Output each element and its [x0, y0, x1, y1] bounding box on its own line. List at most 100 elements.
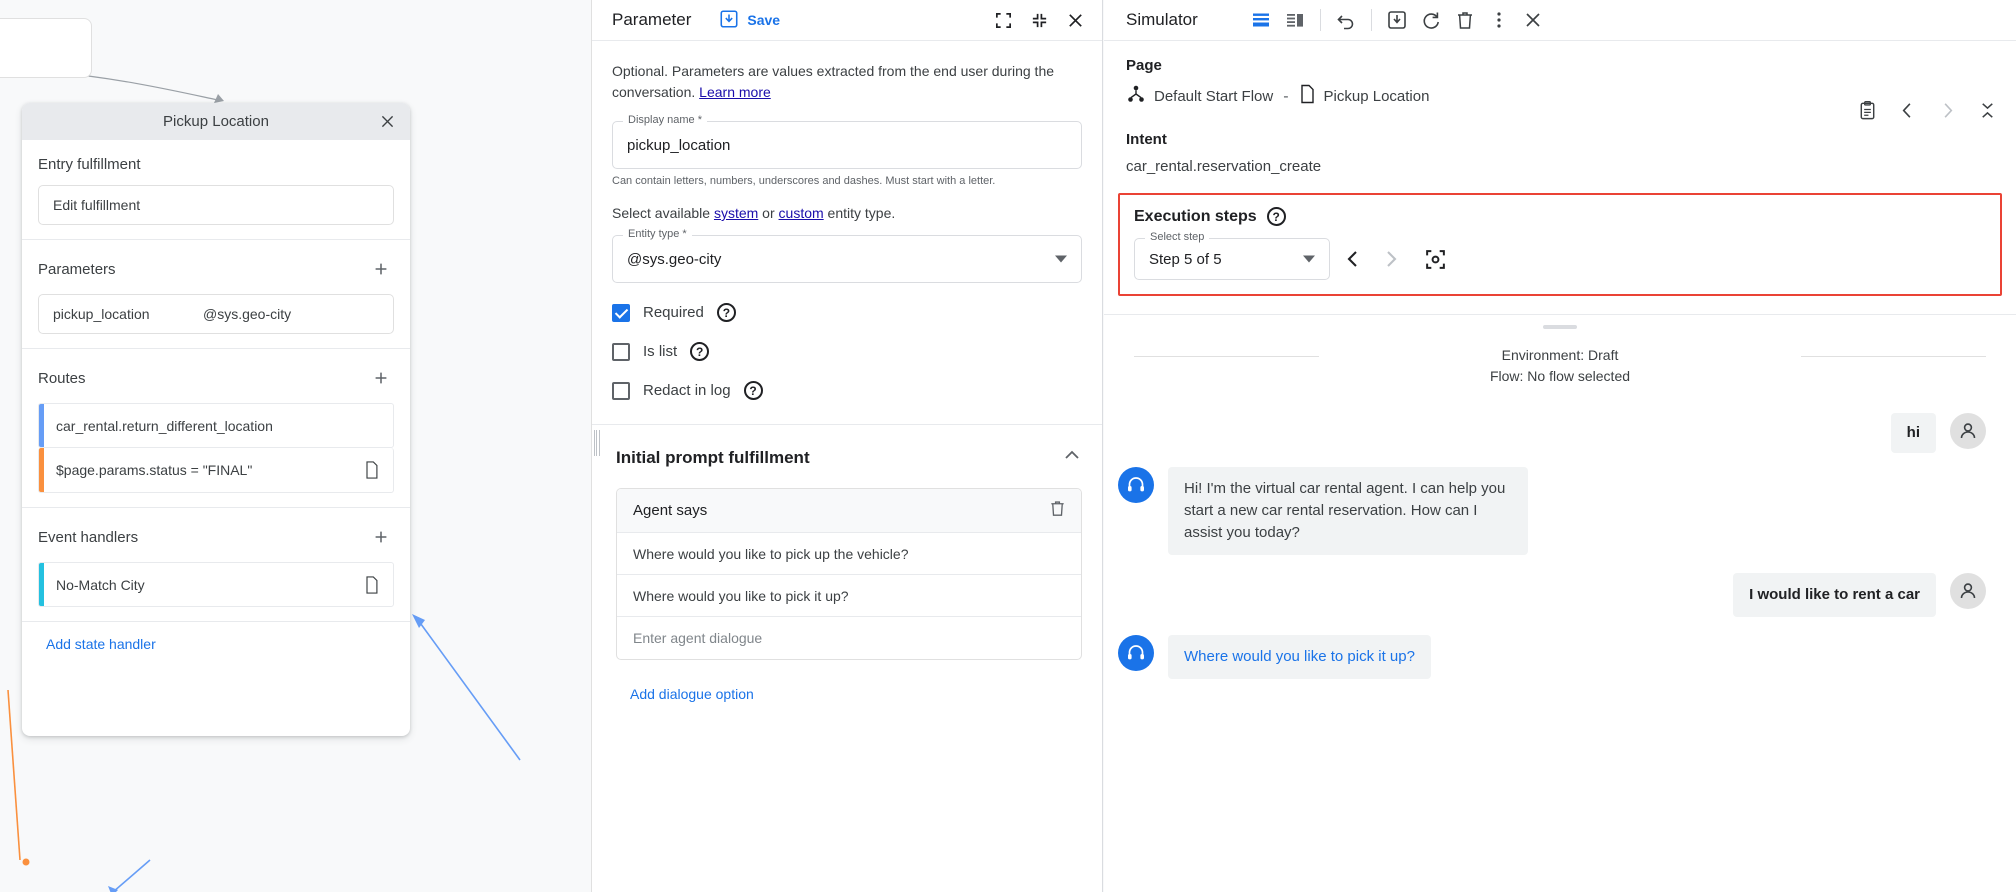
chat-bubble-agent[interactable]: Where would you like to pick it up? — [1168, 635, 1431, 679]
simulator-drag-handle[interactable] — [1543, 325, 1577, 329]
close-icon[interactable] — [1060, 5, 1090, 35]
trash-icon[interactable] — [1450, 5, 1480, 35]
add-state-handler-button[interactable]: Add state handler — [22, 622, 172, 678]
redact-in-log-checkbox[interactable] — [612, 382, 630, 400]
step-select[interactable]: Select step Step 5 of 5 — [1134, 238, 1330, 280]
parameter-panel: Parameter Save — [591, 0, 1103, 892]
step-select-legend: Select step — [1145, 231, 1209, 243]
chevron-up-icon[interactable] — [1062, 445, 1082, 470]
help-icon[interactable]: ? — [1267, 207, 1286, 226]
more-vert-icon[interactable] — [1484, 5, 1514, 35]
display-name-field[interactable]: Display name * pickup_location — [612, 121, 1082, 169]
initial-prompt-title: Initial prompt fulfillment — [616, 448, 810, 468]
page-icon[interactable] — [364, 461, 379, 479]
chat-bubble-user: I would like to rent a car — [1733, 573, 1936, 617]
custom-entity-link[interactable]: custom — [779, 205, 824, 221]
panel-resize-handle[interactable] — [594, 430, 599, 456]
chat-message: hi — [1118, 413, 1986, 453]
event-handler-row[interactable]: No-Match City — [38, 562, 394, 607]
simulator-header: Simulator — [1104, 0, 2016, 41]
clipboard-icon[interactable] — [1852, 95, 1882, 125]
entity-type-select[interactable]: Entity type * @sys.geo-city — [612, 235, 1082, 283]
environment-banner: Environment: Draft Flow: No flow selecte… — [1104, 345, 2016, 387]
add-event-handler-button[interactable] — [368, 524, 394, 550]
required-checkbox[interactable] — [612, 304, 630, 322]
edit-fulfillment-label: Edit fulfillment — [53, 197, 140, 213]
close-icon[interactable] — [374, 109, 400, 135]
route-row[interactable]: $page.params.status = "FINAL" — [38, 448, 394, 493]
flow-canvas[interactable]: Pickup Location Entry fulfillment Edit f… — [0, 0, 590, 892]
route-row[interactable]: car_rental.return_different_location — [38, 403, 394, 448]
parameter-panel-header: Parameter Save — [592, 0, 1102, 41]
parameter-row[interactable]: pickup_location @sys.geo-city — [38, 294, 394, 334]
parameter-panel-actions — [988, 5, 1090, 35]
trash-icon[interactable] — [1048, 499, 1067, 523]
center-focus-icon[interactable] — [1420, 244, 1450, 274]
initial-prompt-header[interactable]: Initial prompt fulfillment — [592, 425, 1102, 488]
entity-type-value: @sys.geo-city — [627, 251, 721, 268]
prev-step-button[interactable] — [1338, 244, 1368, 274]
redact-in-log-checkbox-row[interactable]: Redact in log ? — [612, 381, 1082, 400]
entry-fulfillment-title: Entry fulfillment — [38, 156, 141, 173]
chevron-right-icon[interactable] — [1932, 95, 1962, 125]
save-button[interactable]: Save — [719, 9, 780, 32]
upstream-node-stub[interactable] — [0, 18, 92, 78]
agent-says-box: Agent says Where would you like to pick … — [616, 488, 1082, 660]
entity-type-legend: Entity type * — [623, 228, 692, 240]
help-icon[interactable]: ? — [690, 342, 709, 361]
agent-says-title: Agent says — [633, 502, 707, 519]
collapse-icon[interactable] — [1024, 5, 1054, 35]
routes-title: Routes — [38, 370, 86, 387]
intent-value: car_rental.reservation_create — [1126, 158, 1994, 175]
toolbar-divider — [1320, 9, 1321, 31]
help-icon[interactable]: ? — [717, 303, 736, 322]
agent-avatar — [1118, 467, 1154, 503]
save-icon[interactable] — [1382, 5, 1412, 35]
flow-line: Flow: No flow selected — [1134, 366, 1986, 387]
page-name[interactable]: Pickup Location — [1324, 88, 1430, 105]
route-label: $page.params.status = "FINAL" — [44, 462, 364, 478]
required-checkbox-row[interactable]: Required ? — [612, 303, 1082, 322]
next-step-button[interactable] — [1376, 244, 1406, 274]
is-list-checkbox[interactable] — [612, 343, 630, 361]
learn-more-link[interactable]: Learn more — [699, 84, 771, 100]
collapse-vertical-icon[interactable] — [1972, 95, 2002, 125]
parameter-entity: @sys.geo-city — [203, 306, 291, 322]
layout-horizontal-icon[interactable] — [1246, 5, 1276, 35]
page-icon[interactable] — [364, 576, 379, 594]
is-list-label: Is list — [643, 343, 677, 360]
dialogue-row[interactable]: Where would you like to pick up the vehi… — [617, 533, 1081, 575]
add-dialogue-option-button[interactable]: Add dialogue option — [592, 660, 1102, 702]
restart-icon[interactable] — [1416, 5, 1446, 35]
redact-in-log-label: Redact in log — [643, 382, 731, 399]
parameters-section: Parameters pickup_location @sys.geo-city — [22, 240, 410, 349]
is-list-checkbox-row[interactable]: Is list ? — [612, 342, 1082, 361]
entity-select-middle: or — [758, 205, 778, 221]
chevron-down-icon[interactable] — [1055, 256, 1067, 263]
chat-message: Where would you like to pick it up? — [1118, 635, 1986, 679]
layout-split-icon[interactable] — [1280, 5, 1310, 35]
simulator-divider — [1104, 314, 2016, 315]
parameter-panel-body: Optional. Parameters are values extracte… — [592, 41, 1102, 892]
chevron-down-icon[interactable] — [1303, 256, 1315, 263]
add-parameter-button[interactable] — [368, 256, 394, 282]
chevron-left-icon[interactable] — [1892, 95, 1922, 125]
page-card[interactable]: Pickup Location Entry fulfillment Edit f… — [22, 103, 410, 736]
chat-bubble-agent: Hi! I'm the virtual car rental agent. I … — [1168, 467, 1528, 555]
flow-icon — [1126, 84, 1146, 109]
parameter-description: Optional. Parameters are values extracte… — [612, 61, 1082, 103]
page-card-title: Pickup Location — [163, 113, 269, 130]
page-label: Page — [1126, 57, 1994, 74]
close-icon[interactable] — [1518, 5, 1548, 35]
system-entity-link[interactable]: system — [714, 205, 758, 221]
help-icon[interactable]: ? — [744, 381, 763, 400]
conversation-list: hi Hi! I'm the virtual car rental agent.… — [1104, 387, 2016, 679]
agent-dialogue-input[interactable]: Enter agent dialogue — [617, 617, 1081, 659]
undo-icon[interactable] — [1331, 5, 1361, 35]
chat-message: Hi! I'm the virtual car rental agent. I … — [1118, 467, 1986, 555]
add-route-button[interactable] — [368, 365, 394, 391]
flow-name[interactable]: Default Start Flow — [1154, 88, 1273, 105]
dialogue-row[interactable]: Where would you like to pick it up? — [617, 575, 1081, 617]
edit-fulfillment-row[interactable]: Edit fulfillment — [38, 185, 394, 225]
expand-icon[interactable] — [988, 5, 1018, 35]
